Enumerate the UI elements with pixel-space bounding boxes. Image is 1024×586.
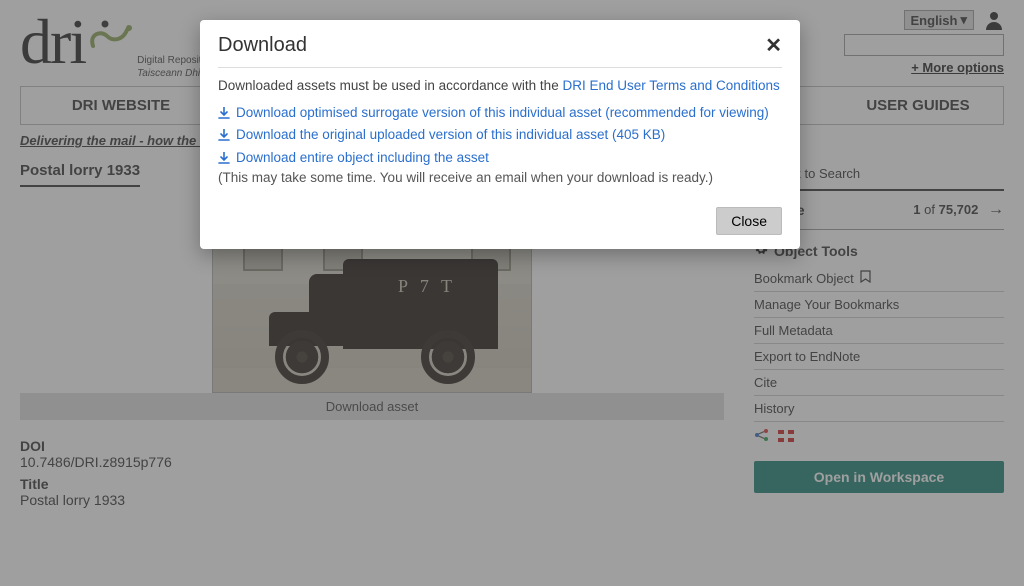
download-entire-object-link[interactable]: Download entire object including the ass… [236,148,489,168]
terms-link[interactable]: DRI End User Terms and Conditions [562,78,779,93]
modal-title: Download [218,34,307,57]
download-original-link[interactable]: Download the original uploaded version o… [236,125,665,145]
modal-intro: Downloaded assets must be used in accord… [218,78,782,93]
download-icon [218,127,230,147]
download-icon [218,150,230,170]
download-icon [218,105,230,125]
download-note: (This may take some time. You will recei… [218,170,782,185]
download-optimised-link[interactable]: Download optimised surrogate version of … [236,103,769,123]
close-button[interactable]: Close [716,207,782,235]
download-modal: Download ✕ Downloaded assets must be use… [200,20,800,249]
close-icon[interactable]: ✕ [765,36,782,56]
